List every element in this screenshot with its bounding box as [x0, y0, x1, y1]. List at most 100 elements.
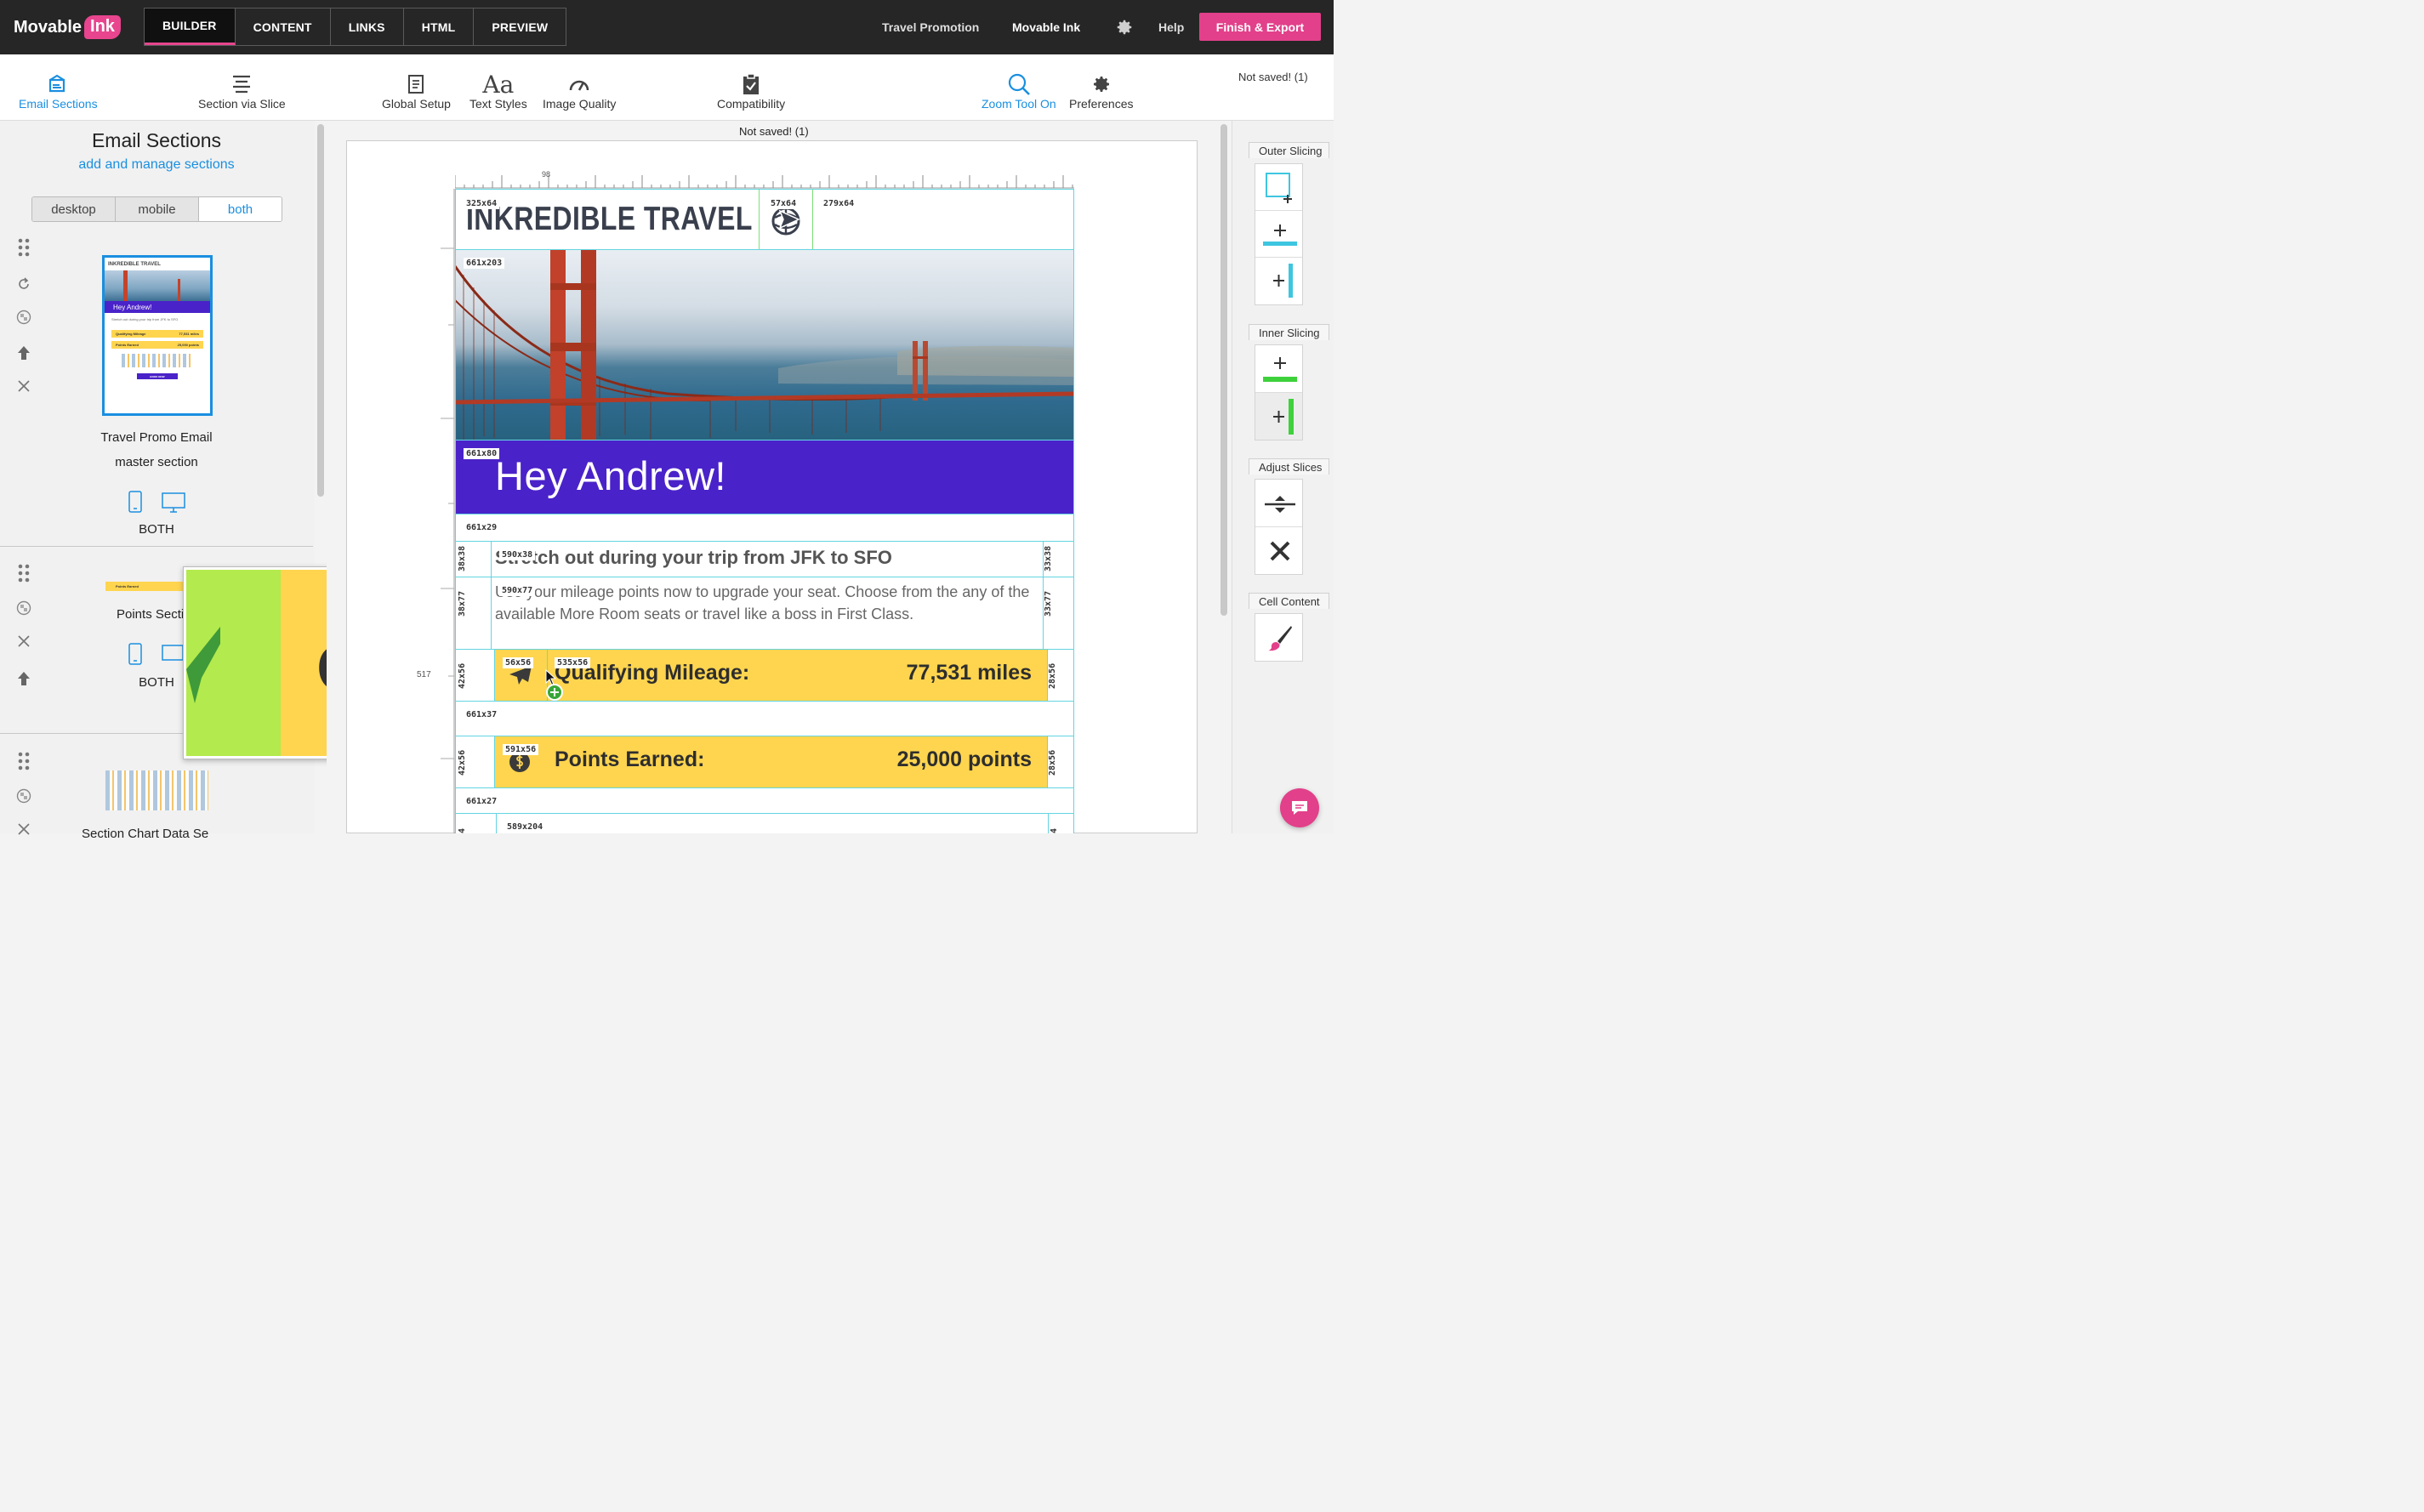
- greeting-text[interactable]: Hey Andrew!: [495, 452, 726, 499]
- help-link[interactable]: Help: [1158, 0, 1184, 54]
- drag-handle-icon[interactable]: [15, 752, 32, 770]
- slice-dimension: 661x29: [464, 522, 500, 533]
- thumb-greeting: Hey Andrew!: [105, 301, 210, 313]
- plane-globe-icon[interactable]: [770, 206, 802, 236]
- email-canvas[interactable]: INKREDIBLE TRAVEL Hey Andrew! Stretch ou…: [455, 189, 1074, 833]
- thumb-row-value: 77,531 miles: [179, 332, 199, 336]
- chat-support-button[interactable]: [1280, 788, 1319, 827]
- hero-image[interactable]: [455, 249, 1074, 440]
- tab-builder[interactable]: BUILDER: [145, 9, 236, 45]
- delete-icon[interactable]: [15, 820, 32, 838]
- tool-compatibility[interactable]: Compatibility: [717, 71, 785, 111]
- manage-sections-link[interactable]: add and manage sections: [0, 157, 313, 173]
- text-styles-icon: Aa: [482, 70, 515, 99]
- inner-slicing-tools: [1255, 344, 1303, 441]
- tool-section-via-slice[interactable]: Section via Slice: [198, 71, 286, 111]
- section-name: Section Chart Data Se: [82, 827, 209, 841]
- tool-preferences[interactable]: Preferences: [1069, 71, 1133, 111]
- tool-label: Preferences: [1069, 97, 1134, 111]
- points-section-thumbnail[interactable]: Points Earned: [105, 582, 185, 591]
- left-panel-scrollbar[interactable]: [317, 124, 324, 497]
- slice-dimension-vertical: 42x56: [458, 662, 467, 689]
- campaign-name[interactable]: Travel Promotion: [882, 0, 979, 54]
- points-value[interactable]: 25,000 points: [897, 747, 1032, 772]
- slice-dimension: 535x56: [555, 657, 591, 668]
- thumb-row-mileage: Qualifying Mileage 77,531 miles: [111, 330, 203, 338]
- drag-handle-icon[interactable]: [15, 238, 32, 257]
- view-both-button[interactable]: both: [199, 197, 282, 221]
- view-desktop-button[interactable]: desktop: [32, 197, 116, 221]
- tab-preview[interactable]: PREVIEW: [474, 9, 566, 45]
- drag-handle-icon[interactable]: [15, 564, 32, 583]
- delete-icon[interactable]: [15, 632, 32, 651]
- canvas-save-status: Not saved! (1): [739, 125, 809, 138]
- cell-content-label: Cell Content: [1249, 593, 1329, 609]
- paintbrush-icon: [1268, 626, 1292, 651]
- tool-label: Compatibility: [717, 97, 786, 111]
- slice-dimension: 661x37: [464, 709, 500, 720]
- tool-label: Global Setup: [382, 97, 451, 111]
- remove-slice-icon: [1270, 541, 1290, 560]
- tool-global-setup[interactable]: Global Setup: [382, 71, 451, 111]
- outer-horizontal-slice-button[interactable]: [1255, 211, 1302, 258]
- settings-gear-icon[interactable]: [1115, 18, 1134, 37]
- finish-export-button[interactable]: Finish & Export: [1199, 13, 1321, 41]
- checker-icon[interactable]: [15, 787, 32, 805]
- tool-zoom[interactable]: Zoom Tool On: [982, 71, 1056, 111]
- new-slice-button[interactable]: [1255, 164, 1302, 211]
- movable-ink-logo[interactable]: Movable Ink: [14, 14, 121, 40]
- thumb-cta: BOOK NOW: [137, 373, 178, 379]
- headline-text[interactable]: Stretch out during your trip from JFK to…: [495, 547, 892, 569]
- thumb-row-points: Points Earned 25,000 points: [111, 341, 203, 349]
- thumb-row-label: Qualifying Mileage: [116, 332, 146, 336]
- slice-dimension: 590x38: [499, 549, 536, 560]
- tab-links[interactable]: LINKS: [331, 9, 404, 45]
- outer-vertical-slice-button[interactable]: [1255, 258, 1302, 304]
- cell-content-tools: [1255, 613, 1303, 662]
- edit-cell-content-button[interactable]: [1255, 614, 1302, 661]
- tool-image-quality[interactable]: Image Quality: [543, 71, 616, 111]
- main-nav-tabs: BUILDER CONTENT LINKS HTML PREVIEW: [144, 8, 567, 46]
- outer-slicing-label: Outer Slicing: [1249, 142, 1329, 158]
- tool-text-styles[interactable]: Aa Text Styles: [469, 71, 527, 111]
- mileage-value[interactable]: 77,531 miles: [907, 661, 1032, 685]
- new-slice-icon: [1266, 173, 1292, 203]
- slice-dimension: 325x64: [464, 198, 500, 209]
- company-name[interactable]: Movable Ink: [1012, 0, 1080, 54]
- thumb-row-label: Points Earned: [116, 343, 139, 347]
- mobile-device-icon: [128, 642, 143, 666]
- vertical-ruler[interactable]: [438, 189, 455, 833]
- adjust-slices-tools: [1255, 479, 1303, 575]
- tool-label: Image Quality: [543, 97, 617, 111]
- slice-dimension-vertical: 33x38: [1044, 545, 1053, 571]
- move-slice-icon: [1265, 496, 1295, 513]
- move-up-icon[interactable]: [15, 344, 32, 362]
- checker-icon[interactable]: [15, 599, 32, 617]
- inner-vertical-slice-icon: [1273, 398, 1294, 435]
- move-slice-button[interactable]: [1255, 480, 1302, 527]
- inner-vertical-slice-button[interactable]: [1255, 392, 1302, 440]
- inner-horizontal-slice-button[interactable]: [1255, 345, 1302, 393]
- logo-ink: Ink: [84, 15, 121, 39]
- section-divider: [0, 546, 313, 547]
- slice-dimension: 661x80: [464, 448, 500, 459]
- tab-html[interactable]: HTML: [404, 9, 475, 45]
- refresh-icon[interactable]: [15, 275, 32, 293]
- checker-icon[interactable]: [15, 308, 32, 327]
- add-slice-icon[interactable]: [546, 684, 563, 701]
- view-mobile-button[interactable]: mobile: [116, 197, 199, 221]
- points-label[interactable]: Points Earned:: [555, 747, 704, 772]
- section-slice-icon: [230, 71, 253, 97]
- remove-slice-button[interactable]: [1255, 527, 1302, 575]
- slice-dimension-vertical: 28x56: [1048, 749, 1057, 776]
- master-section-thumbnail[interactable]: INKREDIBLE TRAVEL Hey Andrew! Stretch ou…: [102, 255, 213, 416]
- email-logo-text[interactable]: INKREDIBLE TRAVEL: [466, 201, 753, 238]
- body-text[interactable]: Use your mileage points now to upgrade y…: [495, 581, 1044, 625]
- tab-content[interactable]: CONTENT: [236, 9, 331, 45]
- tool-label: Email Sections: [19, 97, 98, 111]
- canvas-scrollbar[interactable]: [1221, 124, 1227, 616]
- delete-icon[interactable]: [15, 377, 32, 395]
- seat-chart-section-thumbnail[interactable]: [105, 770, 208, 810]
- tool-email-sections[interactable]: Email Sections: [19, 71, 98, 111]
- slice-dimension-vertical: 42x56: [458, 749, 467, 776]
